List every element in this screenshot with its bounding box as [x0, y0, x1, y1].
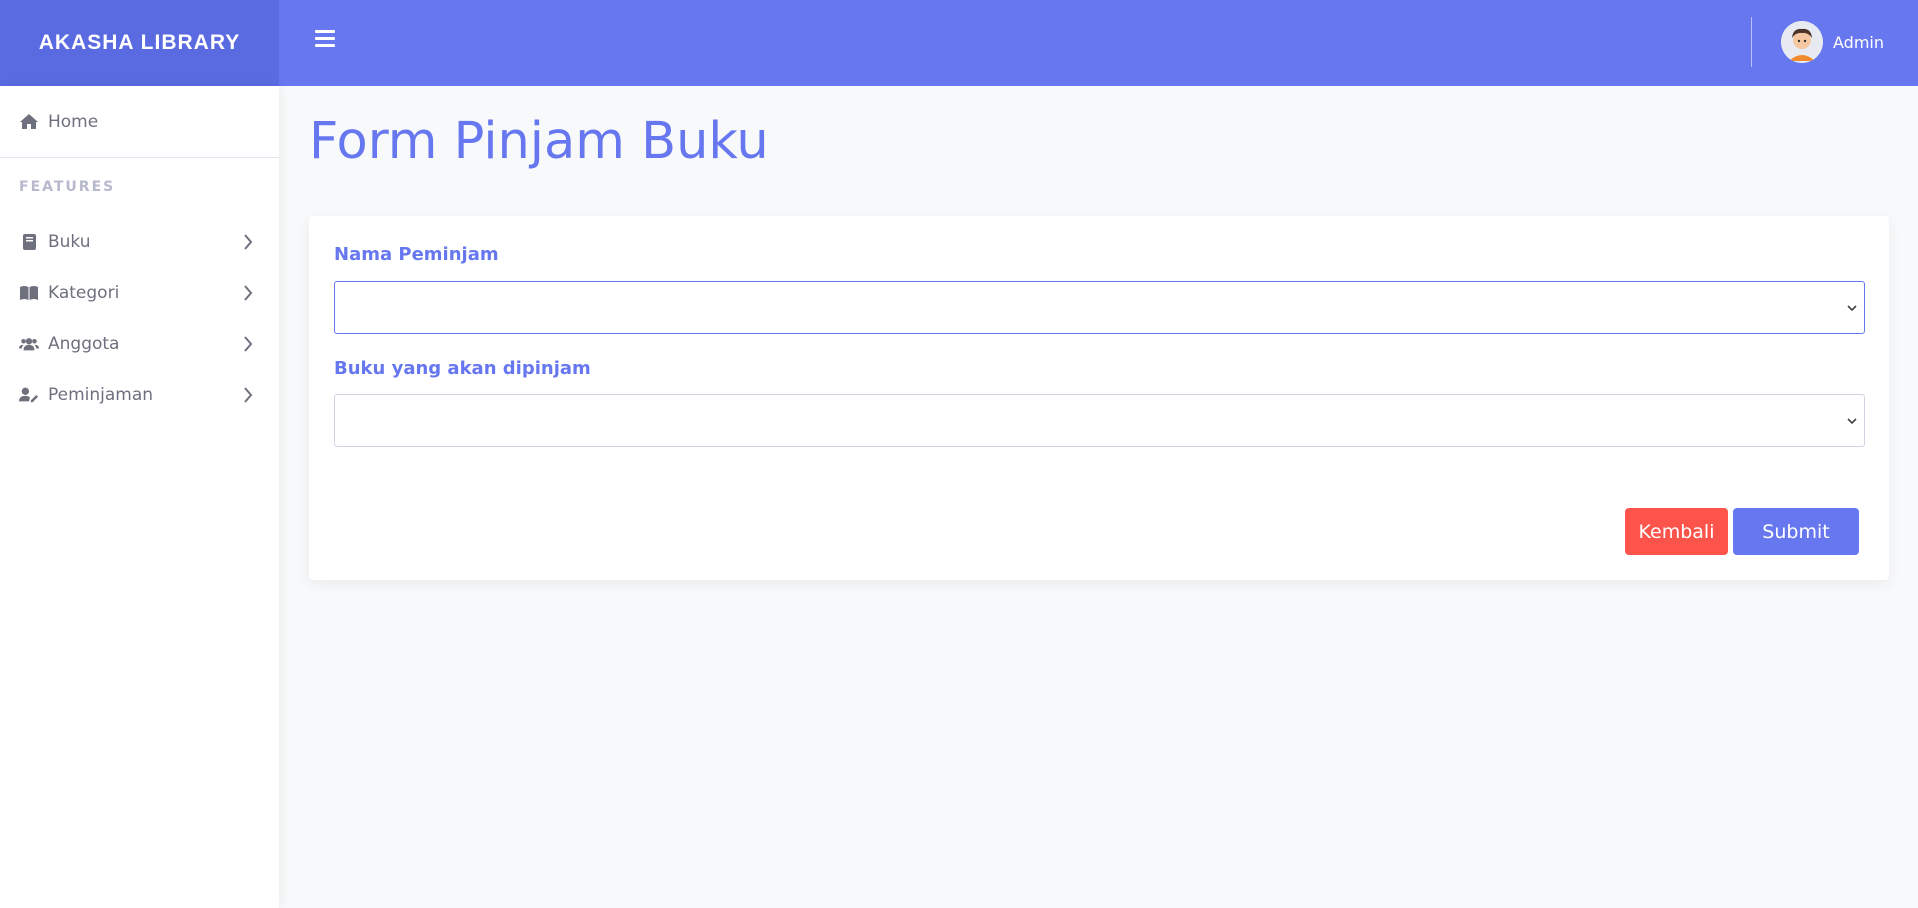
- user-menu[interactable]: Admin: [1781, 21, 1884, 63]
- chevron-right-icon: [244, 336, 253, 352]
- sidebar: Home FEATURES Buku Kategori Anggota Pemi…: [0, 86, 279, 908]
- chevron-down-icon: [1847, 418, 1857, 425]
- users-icon: [19, 335, 39, 353]
- brand-title: AKASHA LIBRARY: [38, 31, 241, 54]
- sidebar-item-label: Buku: [48, 231, 91, 252]
- topbar: Admin: [279, 0, 1918, 86]
- borrower-select[interactable]: [334, 281, 1865, 334]
- sidebar-item-buku[interactable]: Buku: [0, 216, 279, 267]
- home-icon: [19, 113, 39, 131]
- book-icon: [19, 233, 39, 251]
- book-select[interactable]: [334, 394, 1865, 447]
- sidebar-item-label: Kategori: [48, 282, 120, 303]
- topbar-divider: [1751, 17, 1752, 67]
- sidebar-item-peminjaman[interactable]: Peminjaman: [0, 369, 279, 420]
- brand-logo[interactable]: AKASHA LIBRARY: [0, 0, 279, 86]
- book-label: Buku yang akan dipinjam: [334, 358, 591, 379]
- sidebar-item-label: Peminjaman: [48, 384, 154, 405]
- sidebar-item-label: Anggota: [48, 333, 120, 354]
- sidebar-item-anggota[interactable]: Anggota: [0, 318, 279, 369]
- chevron-down-icon: [1847, 305, 1857, 312]
- chevron-right-icon: [244, 387, 253, 403]
- page-title: Form Pinjam Buku: [309, 112, 769, 171]
- avatar: [1781, 21, 1823, 63]
- open-book-icon: [19, 284, 39, 302]
- back-button[interactable]: Kembali: [1625, 508, 1728, 555]
- user-name: Admin: [1833, 32, 1884, 52]
- chevron-right-icon: [244, 285, 253, 301]
- chevron-right-icon: [244, 234, 253, 250]
- user-edit-icon: [19, 386, 39, 404]
- sidebar-section-title: FEATURES: [19, 179, 116, 195]
- submit-button[interactable]: Submit: [1733, 508, 1859, 555]
- sidebar-item-label: Home: [48, 111, 99, 132]
- hamburger-icon[interactable]: [315, 30, 335, 52]
- sidebar-item-kategori[interactable]: Kategori: [0, 267, 279, 318]
- borrower-label: Nama Peminjam: [334, 244, 499, 265]
- form-card: Nama Peminjam Buku yang akan dipinjam Ke…: [309, 216, 1889, 580]
- sidebar-item-home[interactable]: Home: [0, 86, 279, 158]
